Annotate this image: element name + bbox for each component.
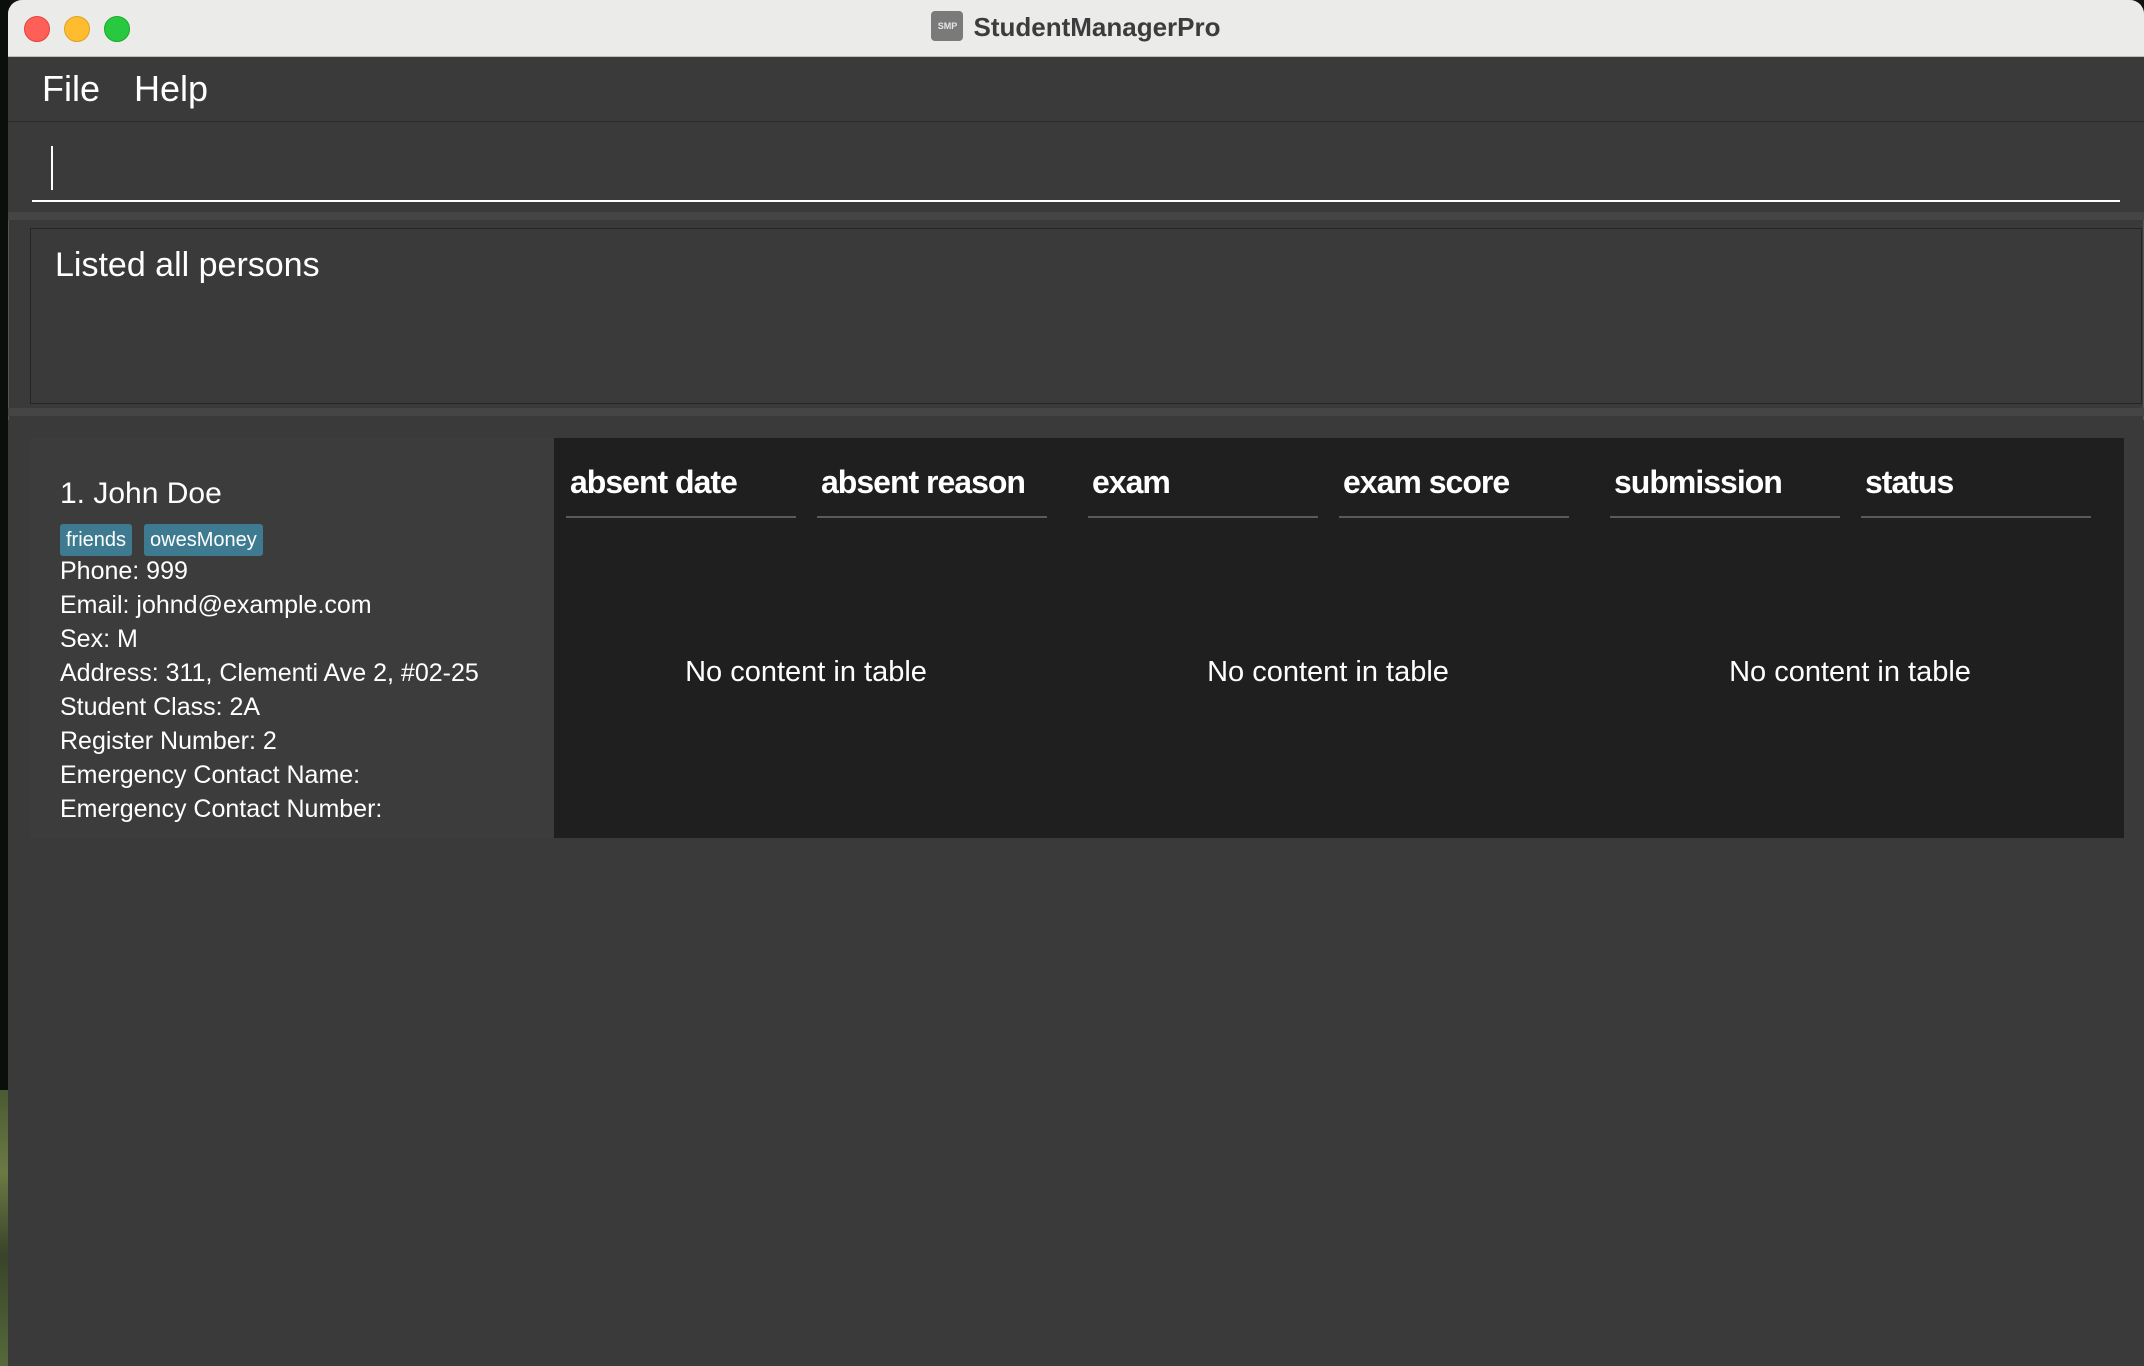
email-field: Email: johnd@example.com (60, 591, 372, 619)
title-bar[interactable]: SMP StudentManagerPro (8, 0, 2144, 57)
result-display: Listed all persons (30, 228, 2142, 404)
text-caret (51, 146, 53, 190)
column-header-exam[interactable]: exam (1088, 462, 1318, 518)
person-list[interactable]: 1. John Doe friends owesMoney Phone: 999 … (8, 420, 2144, 1366)
emergency-contact-name-field: Emergency Contact Name: (60, 761, 361, 789)
menu-bar: File Help (8, 57, 2144, 122)
tag-badge: friends (60, 524, 133, 556)
person-details: 1. John Doe friends owesMoney Phone: 999 … (30, 438, 554, 838)
tag-list: friends owesMoney (60, 524, 275, 556)
student-class-field: Student Class: 2A (60, 693, 261, 721)
exams-table-placeholder: No content in table (1207, 656, 1449, 688)
divider (8, 408, 2144, 416)
result-message: Listed all persons (55, 246, 320, 284)
sex-field: Sex: M (60, 625, 138, 653)
column-header-absent-reason[interactable]: absent reason (817, 462, 1047, 518)
menu-help[interactable]: Help (134, 67, 208, 111)
register-number-field: Register Number: 2 (60, 727, 277, 755)
command-input[interactable] (32, 144, 2120, 202)
attendance-table-placeholder: No content in table (685, 656, 927, 688)
command-box (8, 122, 2144, 216)
submissions-table-placeholder: No content in table (1729, 656, 1971, 688)
window-title-group: SMP StudentManagerPro (8, 10, 2144, 44)
column-header-exam-score[interactable]: exam score (1339, 462, 1569, 518)
tag-badge: owesMoney (144, 524, 263, 556)
app-window: SMP StudentManagerPro File Help Listed al… (8, 0, 2144, 1366)
menu-file[interactable]: File (42, 67, 100, 111)
records-tables: absent date absent reason No content in … (554, 438, 2124, 838)
window-title: StudentManagerPro (973, 12, 1221, 42)
column-header-status[interactable]: status (1861, 462, 2091, 518)
divider (8, 212, 2144, 220)
phone-field: Phone: 999 (60, 557, 188, 585)
column-header-submission[interactable]: submission (1610, 462, 1840, 518)
address-field: Address: 311, Clementi Ave 2, #02-25 (60, 659, 479, 687)
column-header-absent-date[interactable]: absent date (566, 462, 796, 518)
app-logo-icon: SMP (931, 11, 964, 42)
emergency-contact-number-field: Emergency Contact Number: (60, 795, 383, 823)
person-name: 1. John Doe (60, 477, 222, 510)
person-card[interactable]: 1. John Doe friends owesMoney Phone: 999 … (30, 438, 2124, 838)
